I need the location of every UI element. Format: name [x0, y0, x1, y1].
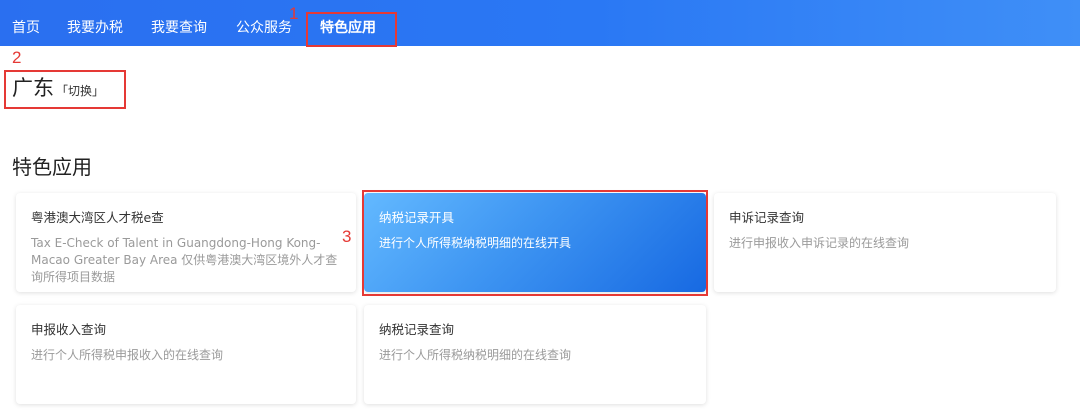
region-switch-link[interactable]: 「切换」: [56, 84, 104, 98]
nav-item-featured-apps[interactable]: 特色应用: [320, 0, 376, 46]
card-title: 申报收入查询: [31, 322, 107, 337]
card-tax-record-issue[interactable]: 纳税记录开具 进行个人所得税纳税明细的在线开具: [364, 193, 706, 292]
nav-item-query[interactable]: 我要查询: [151, 0, 207, 46]
nav-item-public-services[interactable]: 公众服务: [236, 0, 292, 46]
card-title: 纳税记录开具: [379, 210, 455, 225]
section-title: 特色应用: [12, 155, 92, 179]
card-title: 粤港澳大湾区人才税e查: [31, 210, 164, 225]
card-description: 进行个人所得税纳税明细的在线开具: [379, 236, 572, 250]
nav-item-tax-filing[interactable]: 我要办税: [67, 0, 123, 46]
card-tax-record-query[interactable]: 纳税记录查询 进行个人所得税纳税明细的在线查询: [364, 305, 706, 404]
annotation-number-1: 1: [289, 4, 299, 23]
card-description: 进行申报收入申诉记录的在线查询: [729, 236, 910, 250]
card-gba-talent-tax-echeck[interactable]: 粤港澳大湾区人才税e查 Tax E-Check of Talent in Gua…: [16, 193, 356, 292]
card-description: 进行个人所得税纳税明细的在线查询: [379, 348, 572, 362]
card-title: 申诉记录查询: [729, 210, 805, 225]
card-description: Tax E-Check of Talent in Guangdong-Hong …: [31, 236, 338, 284]
top-nav-bar: 首页 我要办税 我要查询 公众服务 特色应用: [0, 0, 1080, 46]
region-name: 广东: [12, 76, 54, 100]
nav-item-home[interactable]: 首页: [12, 0, 40, 46]
card-declared-income-query[interactable]: 申报收入查询 进行个人所得税申报收入的在线查询: [16, 305, 356, 404]
card-appeal-record-query[interactable]: 申诉记录查询 进行申报收入申诉记录的在线查询: [714, 193, 1056, 292]
annotation-number-3: 3: [342, 227, 352, 246]
card-description: 进行个人所得税申报收入的在线查询: [31, 348, 224, 362]
card-title: 纳税记录查询: [379, 322, 455, 337]
annotation-number-2: 2: [12, 48, 22, 67]
